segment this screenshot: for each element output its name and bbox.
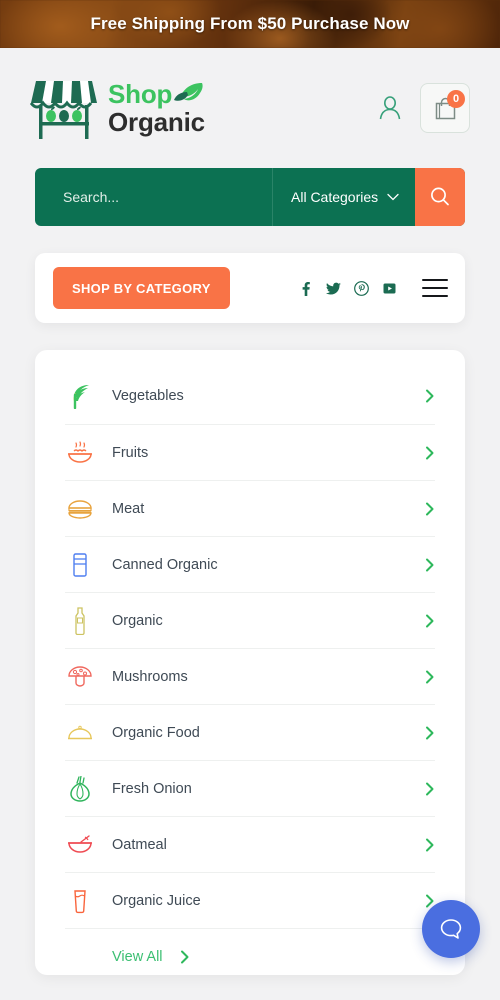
search-icon: [428, 185, 452, 209]
category-row-fresh-onion[interactable]: Fresh Onion: [65, 761, 435, 817]
category-label: Oatmeal: [112, 836, 167, 853]
search-submit-button[interactable]: [415, 168, 465, 226]
category-row-organic-food[interactable]: Organic Food: [65, 705, 435, 761]
oatmeal-bowl-icon: [65, 834, 95, 855]
search-input[interactable]: [35, 168, 272, 226]
category-label: Meat: [112, 500, 145, 517]
page-root: Free Shipping From $50 Purchase Now Shop…: [0, 0, 500, 1000]
chevron-down-icon: [387, 193, 399, 201]
chevron-right-icon: [425, 389, 435, 403]
cart-count-badge: 0: [447, 90, 465, 108]
category-label: Vegetables: [112, 388, 184, 404]
category-list-card: Vegetables Fruits Meat Canned Organic Or…: [35, 350, 465, 975]
site-header: Shop Organic 0: [0, 48, 500, 168]
promo-banner: Free Shipping From $50 Purchase Now: [0, 0, 500, 48]
category-label: Organic Juice: [112, 892, 201, 909]
category-row-oatmeal[interactable]: Oatmeal: [65, 817, 435, 873]
chat-widget-button[interactable]: [422, 900, 480, 958]
category-row-vegetables[interactable]: Vegetables: [65, 368, 435, 425]
onion-icon: [65, 775, 95, 802]
search-bar: All Categories: [35, 168, 465, 226]
cart-button[interactable]: 0: [420, 83, 470, 133]
chat-bubble-icon: [438, 916, 464, 942]
view-all-label: View All: [112, 949, 163, 965]
category-row-organic-juice[interactable]: Organic Juice: [65, 873, 435, 929]
category-label: Fruits: [112, 444, 149, 461]
social-links: [298, 280, 397, 296]
category-select[interactable]: All Categories: [272, 168, 415, 226]
youtube-icon[interactable]: [382, 281, 397, 296]
hamburger-menu-icon[interactable]: [422, 279, 448, 297]
logo-shop-text: Shop: [108, 79, 173, 109]
hamburger-bar: [422, 287, 448, 289]
category-label: Canned Organic: [112, 556, 218, 573]
category-label: Mushrooms: [112, 668, 188, 685]
user-account-icon[interactable]: [378, 95, 402, 121]
category-label: Organic Food: [112, 724, 200, 741]
logo-wordmark: Shop Organic: [108, 81, 205, 135]
site-logo[interactable]: Shop Organic: [30, 75, 205, 141]
chevron-right-icon: [425, 670, 435, 684]
header-actions: 0: [378, 83, 470, 133]
mushroom-icon: [65, 665, 95, 689]
can-icon: [65, 552, 95, 578]
chevron-right-icon: [425, 782, 435, 796]
chevron-right-icon: [425, 838, 435, 852]
view-all-link[interactable]: View All: [65, 929, 435, 975]
category-select-value: All Categories: [291, 189, 379, 205]
chevron-right-icon: [425, 726, 435, 740]
bottle-icon: [65, 606, 95, 635]
shop-by-category-bar: SHOP BY CATEGORY: [35, 253, 465, 323]
hamburger-bar: [422, 295, 448, 297]
category-row-meat[interactable]: Meat: [65, 481, 435, 537]
category-label: Organic: [112, 612, 163, 629]
chevron-right-icon: [180, 950, 190, 964]
leaf-icon: [174, 82, 204, 107]
chevron-right-icon: [425, 558, 435, 572]
twitter-icon[interactable]: [326, 281, 341, 296]
food-cloche-icon: [65, 724, 95, 742]
leafy-greens-icon: [65, 383, 95, 409]
market-stall-icon: [30, 75, 98, 141]
category-row-mushrooms[interactable]: Mushrooms: [65, 649, 435, 705]
hamburger-bar: [422, 279, 448, 281]
fruit-bowl-icon: [65, 440, 95, 465]
burger-icon: [65, 499, 95, 519]
category-label: Fresh Onion: [112, 780, 192, 797]
logo-organic-text: Organic: [108, 107, 205, 137]
juice-glass-icon: [65, 888, 95, 914]
catbar-right-group: [298, 279, 448, 297]
chevron-right-icon: [425, 614, 435, 628]
category-row-fruits[interactable]: Fruits: [65, 425, 435, 481]
category-row-organic[interactable]: Organic: [65, 593, 435, 649]
chevron-right-icon: [425, 446, 435, 460]
facebook-icon[interactable]: [298, 281, 313, 296]
shop-by-category-button[interactable]: SHOP BY CATEGORY: [53, 267, 230, 309]
category-row-canned-organic[interactable]: Canned Organic: [65, 537, 435, 593]
promo-banner-text: Free Shipping From $50 Purchase Now: [90, 14, 410, 33]
chevron-right-icon: [425, 502, 435, 516]
pinterest-icon[interactable]: [354, 280, 369, 296]
